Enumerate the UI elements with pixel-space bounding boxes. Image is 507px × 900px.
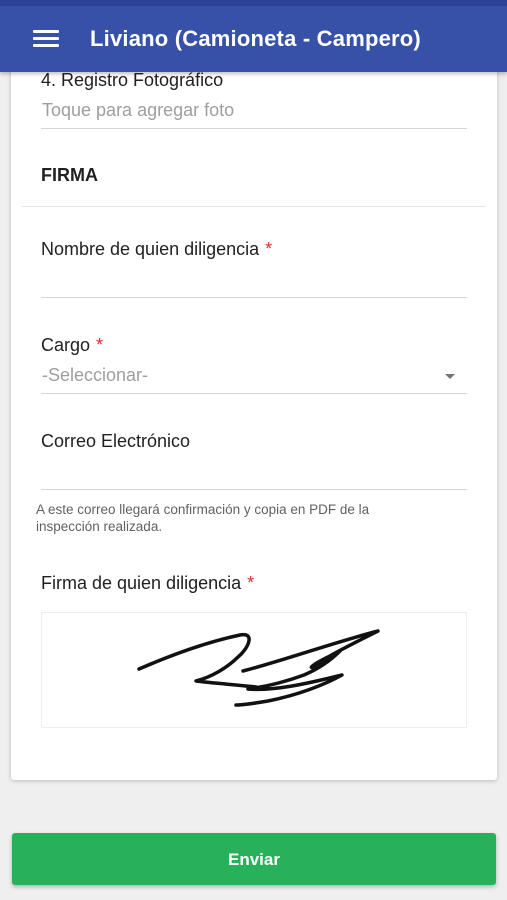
required-mark: *	[247, 573, 255, 593]
required-mark: *	[265, 239, 273, 259]
name-input-underline	[41, 297, 467, 298]
signature-field-label: Firma de quien diligencia *	[41, 573, 254, 594]
role-field-label: Cargo *	[41, 335, 103, 356]
role-select[interactable]: -Seleccionar-	[41, 362, 467, 392]
submit-button-label: Enviar	[228, 850, 280, 869]
photo-field-underline	[41, 128, 467, 129]
app-bar: Liviano (Camioneta - Campero)	[0, 0, 507, 72]
role-select-underline	[41, 393, 467, 394]
hamburger-menu-icon[interactable]	[33, 29, 59, 49]
required-mark: *	[96, 335, 104, 355]
dropdown-arrow-icon	[445, 374, 455, 379]
page-title: Liviano (Camioneta - Campero)	[90, 26, 421, 51]
email-field-label: Correo Electrónico	[41, 431, 191, 451]
signature-field-label-text: Firma de quien diligencia	[41, 573, 242, 593]
email-input[interactable]	[41, 456, 467, 488]
signature-pad[interactable]	[41, 612, 467, 728]
role-field-label-text: Cargo	[41, 335, 91, 355]
signature-section-title: FIRMA	[41, 165, 98, 185]
name-input[interactable]	[41, 264, 467, 296]
name-field-label: Nombre de quien diligencia *	[41, 239, 272, 260]
photo-section-label: 4. Registro Fotográfico	[41, 70, 224, 90]
email-helper-text: A este correo llegará confirmación y cop…	[36, 502, 370, 534]
status-bar	[0, 0, 507, 6]
name-field-label-text: Nombre de quien diligencia	[41, 239, 260, 259]
role-select-value: -Seleccionar-	[42, 365, 149, 385]
signature-drawing	[137, 629, 380, 707]
add-photo-field[interactable]: Toque para agregar foto	[42, 100, 234, 121]
email-input-underline	[41, 489, 467, 490]
section-divider	[22, 206, 486, 207]
submit-button[interactable]: Enviar	[12, 833, 496, 885]
